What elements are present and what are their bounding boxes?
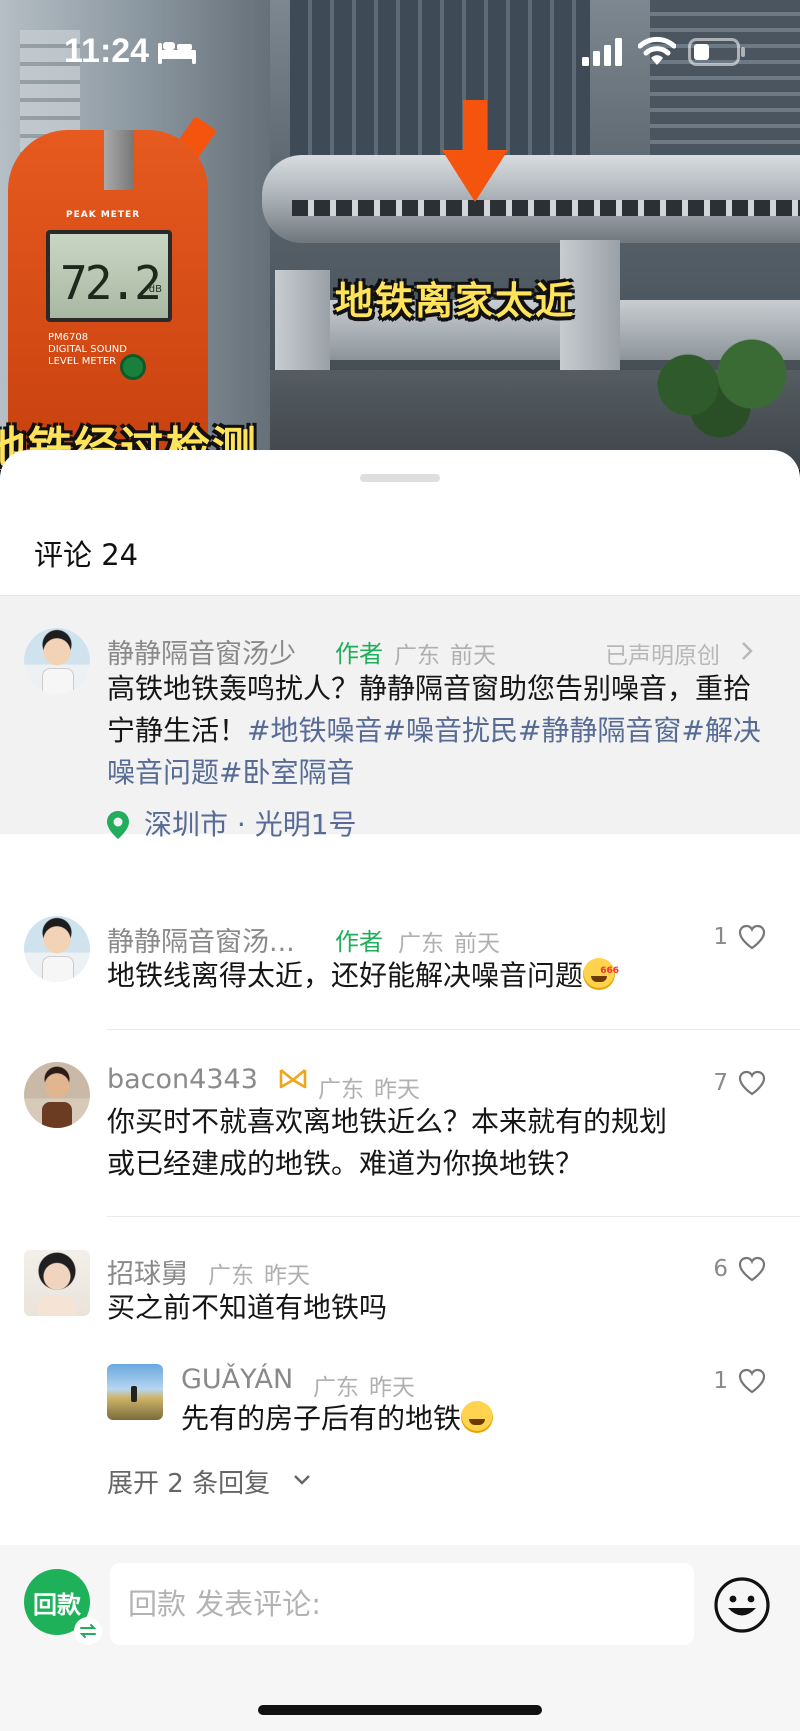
red-arrow-icon	[442, 100, 508, 202]
like-count: 7	[713, 1070, 728, 1096]
chevron-down-icon	[294, 1475, 310, 1485]
commenter-name[interactable]: 招球舅	[107, 1252, 188, 1291]
author-name[interactable]: 静静隔音窗汤少	[107, 632, 296, 671]
comment-body: 地铁线离得太近，还好能解决噪音问题	[107, 959, 584, 992]
video-caption-main: 地铁离家太近	[335, 279, 576, 323]
author-post-text: 高铁地铁轰鸣扰人？静静隔音窗助您告别噪音，重拾宁静生活！#地铁噪音#噪音扰民#静…	[107, 668, 767, 794]
elevated-metro-track	[262, 155, 800, 243]
meter-unit: dB	[148, 284, 162, 295]
divider	[107, 1216, 800, 1217]
comment-text: 你买时不就喜欢离地铁近么？本来就有的规划 或已经建成的地铁。难道为你换地铁？	[107, 1101, 787, 1185]
reply-body: 先有的房子后有的地铁	[181, 1402, 462, 1435]
original-declared-link[interactable]: 已声明原创	[605, 636, 720, 670]
like-count: 1	[713, 924, 728, 950]
meter-brand: PEAK METER	[66, 210, 141, 220]
status-time: 11:24	[64, 32, 150, 70]
meter-power-button	[120, 354, 146, 380]
comment-time: 昨天	[264, 1263, 310, 1289]
comment-region: 广东	[318, 1077, 364, 1103]
status-bar: 11:24	[0, 0, 800, 104]
meter-screen: 72.2 dB	[46, 230, 172, 322]
comment-time: 前天	[450, 643, 496, 669]
like-count: 1	[713, 1368, 728, 1394]
avatar[interactable]	[24, 916, 90, 982]
grin-emoji-icon	[461, 1401, 494, 1433]
heart-icon[interactable]	[738, 1070, 766, 1096]
comment-line: 你买时不就喜欢离地铁近么？本来就有的规划	[107, 1105, 668, 1138]
location-link[interactable]: 深圳市 · 光明1号	[144, 803, 357, 843]
hashtag-link[interactable]: #卧室隔音	[219, 756, 354, 789]
heart-icon[interactable]	[738, 1256, 766, 1282]
sleep-focus-icon	[158, 42, 196, 64]
fan-badge-icon	[279, 1069, 307, 1089]
home-indicator[interactable]	[258, 1705, 542, 1715]
divider	[107, 1029, 800, 1030]
emoji-label: 666	[600, 966, 620, 976]
reply-text: 先有的房子后有的地铁	[181, 1398, 741, 1440]
heart-icon[interactable]	[738, 924, 766, 950]
comment-time: 昨天	[369, 1375, 415, 1401]
emoji-666-icon: 666	[583, 958, 619, 990]
author-post[interactable]: 静静隔音窗汤少 作者 广东 前天 已声明原创 高铁地铁轰鸣扰人？静静隔音窗助您告…	[0, 596, 800, 841]
comment-count-title: 评论 24	[34, 538, 139, 572]
hashtag-link[interactable]: #噪音扰民	[382, 714, 517, 747]
comment-sheet: 评论 24 静静隔音窗汤少 作者 广东 前天 已声明原创 高铁地铁轰鸣扰人？静静…	[0, 450, 800, 1731]
comment-line: 或已经建成的地铁。难道为你换地铁？	[107, 1147, 584, 1180]
hashtag-link[interactable]: #静静隔音窗	[518, 714, 681, 747]
comment-region: 广东	[313, 1375, 359, 1401]
comment-text: 地铁线离得太近，还好能解决噪音问题 666	[107, 955, 727, 997]
location-pin-icon	[107, 811, 129, 839]
expand-replies-button[interactable]: 展开 2 条回复	[107, 1463, 270, 1500]
wifi-icon	[638, 36, 676, 65]
meter-model-number: PM6708	[48, 332, 89, 343]
chevron-right-icon	[742, 642, 753, 660]
meter-reading: 72.2	[60, 256, 162, 310]
comment-text: 买之前不知道有地铁吗	[107, 1291, 388, 1324]
comment-time: 前天	[454, 931, 500, 957]
author-tag: 作者	[335, 928, 383, 956]
meter-microphone	[104, 130, 134, 190]
like-count: 6	[713, 1256, 728, 1282]
commenter-name[interactable]: bacon4343	[107, 1064, 258, 1095]
comment-region: 广东	[208, 1263, 254, 1289]
comment-input-bar: 回款	[0, 1545, 800, 1731]
avatar[interactable]	[24, 1250, 90, 1316]
trees	[640, 330, 800, 440]
heart-icon[interactable]	[738, 1368, 766, 1394]
avatar[interactable]	[24, 628, 90, 694]
author-tag: 作者	[335, 640, 383, 668]
comment-time: 昨天	[374, 1077, 420, 1103]
avatar[interactable]	[24, 1062, 90, 1128]
battery-icon	[688, 38, 745, 66]
hashtag-link[interactable]: #地铁噪音	[247, 714, 382, 747]
sheet-drag-handle[interactable]	[360, 474, 440, 482]
reply-name[interactable]: GUǍYÁN	[181, 1364, 293, 1395]
avatar[interactable]	[107, 1364, 163, 1420]
switch-account-icon[interactable]	[74, 1617, 102, 1645]
emoji-icon[interactable]	[712, 1575, 772, 1635]
commenter-name[interactable]: 静静隔音窗汤...	[107, 920, 295, 959]
comment-region: 广东	[394, 643, 440, 669]
cellular-signal-icon	[582, 38, 622, 66]
comment-input[interactable]	[110, 1563, 694, 1645]
comment-region: 广东	[398, 931, 444, 957]
